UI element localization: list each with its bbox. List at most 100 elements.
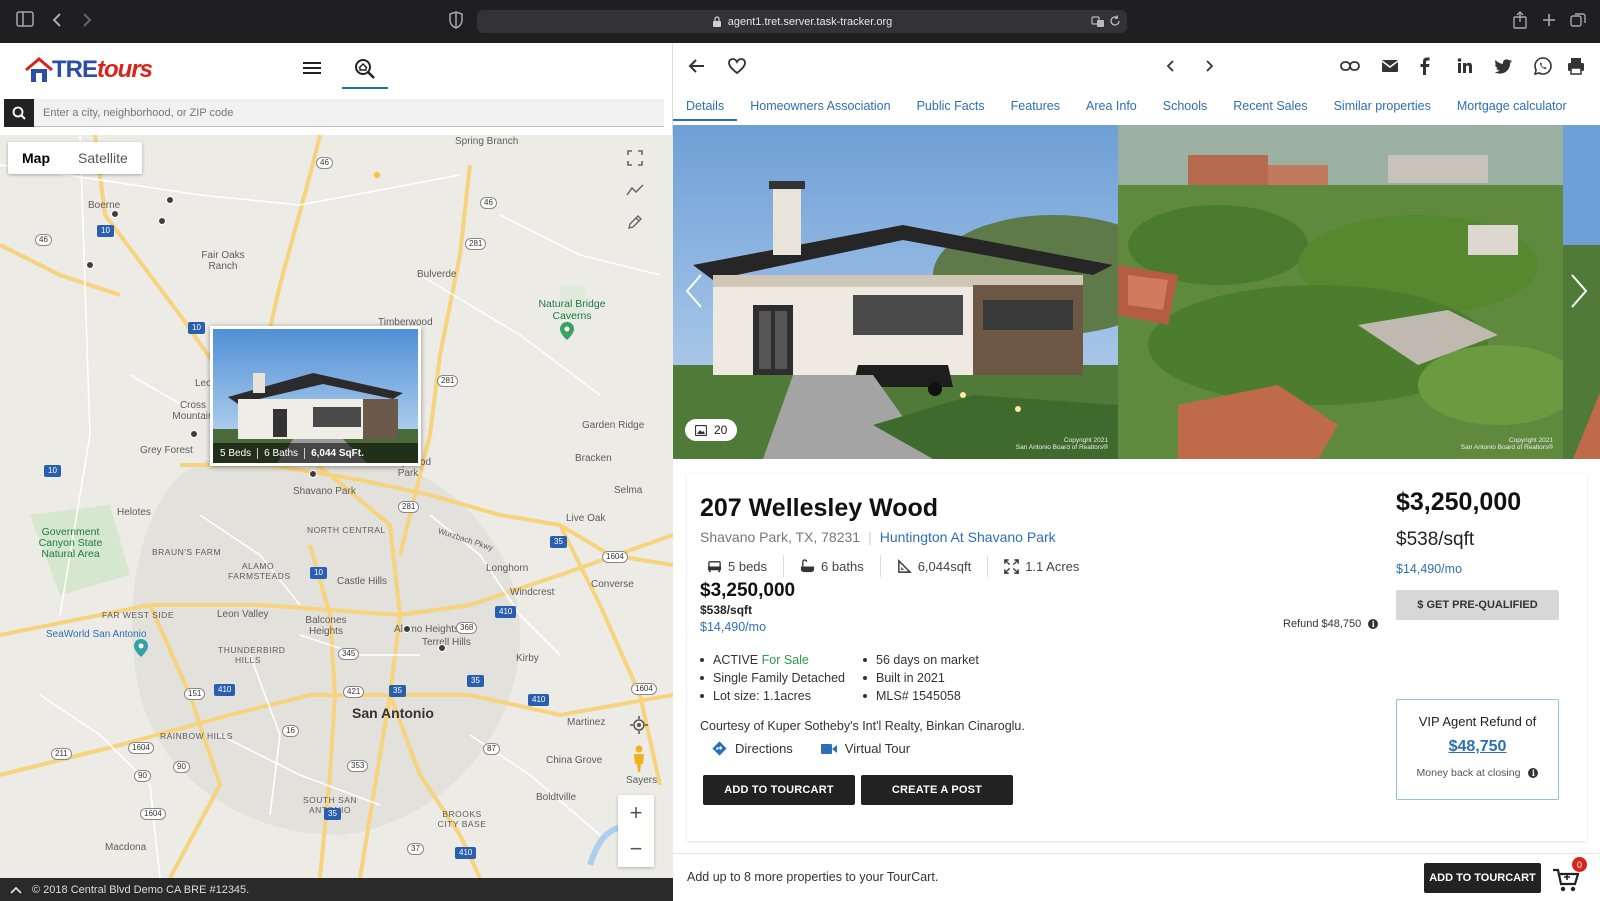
favorite-heart-icon[interactable] bbox=[727, 56, 747, 76]
search-button[interactable] bbox=[4, 99, 34, 127]
photo-gallery[interactable]: 20 Copyright 2021 San Antonio Board of Re… bbox=[673, 125, 1600, 459]
map-type-map[interactable]: Map bbox=[8, 142, 64, 174]
property-marker[interactable] bbox=[373, 171, 381, 179]
map-type-satellite[interactable]: Satellite bbox=[64, 142, 142, 174]
reload-icon[interactable] bbox=[1109, 15, 1121, 27]
listing-facts: 5 beds 6 baths 6,044sqft 1.1 Acres bbox=[707, 555, 1111, 577]
copy-link-icon[interactable] bbox=[1340, 56, 1360, 76]
directions-icon bbox=[712, 741, 727, 756]
back-icon[interactable] bbox=[50, 11, 70, 31]
gallery-next-arrow-icon[interactable] bbox=[1566, 271, 1596, 311]
highway-shield: 410 bbox=[495, 606, 517, 618]
chevron-up-icon[interactable] bbox=[0, 886, 32, 894]
map-label: BRAUN'S FARM bbox=[152, 547, 222, 557]
area-ruler-icon bbox=[897, 558, 912, 573]
property-map-popup[interactable]: 5 Beds 6 Baths 6,044 SqFt. bbox=[210, 326, 421, 466]
tourcart-add-button[interactable]: ADD TO TOURCART bbox=[1424, 863, 1541, 893]
property-marker[interactable] bbox=[86, 261, 94, 269]
property-marker[interactable] bbox=[190, 430, 198, 438]
vip-note: Money back at closing i bbox=[1397, 767, 1558, 779]
get-pre-qualified-button[interactable]: $ GET PRE-QUALIFIED bbox=[1396, 590, 1559, 620]
highway-shield: 368 bbox=[456, 622, 478, 634]
gallery-prev-arrow-icon[interactable] bbox=[681, 271, 711, 311]
tab-schools[interactable]: Schools bbox=[1150, 95, 1220, 121]
back-arrow-icon[interactable] bbox=[687, 56, 707, 76]
my-location-icon[interactable] bbox=[624, 710, 654, 740]
hamburger-menu-icon[interactable] bbox=[300, 57, 324, 79]
whatsapp-icon[interactable] bbox=[1533, 56, 1553, 76]
headline-monthly-payment[interactable]: $14,490/mo bbox=[1396, 562, 1462, 576]
directions-link[interactable]: Directions bbox=[712, 741, 793, 756]
highway-shield: 353 bbox=[347, 760, 369, 772]
map-base-layer bbox=[0, 135, 673, 878]
park-pin-icon[interactable] bbox=[560, 322, 574, 340]
tab-homeowners-association[interactable]: Homeowners Association bbox=[737, 95, 903, 121]
property-marker[interactable] bbox=[438, 644, 446, 652]
tab-details[interactable]: Details bbox=[673, 95, 738, 121]
new-tab-icon[interactable] bbox=[1541, 11, 1561, 31]
street-view-pegman-icon[interactable] bbox=[624, 742, 654, 776]
forward-icon[interactable] bbox=[80, 11, 100, 31]
create-post-button[interactable]: CREATE A POST bbox=[861, 775, 1013, 805]
draw-line-icon[interactable] bbox=[620, 175, 650, 205]
tabs-overview-icon[interactable] bbox=[1570, 11, 1590, 31]
property-marker[interactable] bbox=[158, 217, 166, 225]
url-bar[interactable]: agent1.tret.server.task-tracker.org bbox=[477, 10, 1127, 33]
headline-price: $3,250,000 bbox=[1396, 488, 1522, 516]
pencil-icon[interactable] bbox=[620, 207, 650, 237]
vip-refund-amount[interactable]: $48,750 bbox=[1397, 738, 1558, 756]
previous-listing-icon[interactable] bbox=[1160, 56, 1180, 76]
map-label: San Antonio bbox=[352, 705, 434, 721]
map-label: Live Oak bbox=[566, 513, 606, 524]
video-camera-icon bbox=[820, 743, 837, 754]
info-icon[interactable]: i bbox=[1368, 619, 1379, 629]
map-label: Selma bbox=[614, 485, 643, 496]
email-icon[interactable] bbox=[1380, 56, 1400, 76]
listing-monthly-payment[interactable]: $14,490/mo bbox=[700, 620, 766, 634]
highway-shield: 410 bbox=[214, 684, 236, 696]
add-to-tourcart-button[interactable]: ADD TO TOURCART bbox=[703, 775, 855, 805]
zoom-in-button[interactable]: + bbox=[618, 795, 654, 831]
tab-recent-sales[interactable]: Recent Sales bbox=[1220, 95, 1320, 121]
facebook-icon[interactable] bbox=[1415, 56, 1435, 76]
highway-shield: 281 bbox=[437, 375, 459, 387]
twitter-icon[interactable] bbox=[1494, 56, 1514, 76]
vip-title: VIP Agent Refund of bbox=[1418, 714, 1537, 729]
tab-similar-properties[interactable]: Similar properties bbox=[1321, 95, 1444, 121]
map-label: Terrell Hills bbox=[422, 637, 471, 648]
property-marker[interactable] bbox=[166, 196, 174, 204]
highway-shield: 35 bbox=[324, 808, 341, 820]
status-badge: For Sale bbox=[761, 653, 809, 667]
site-logo[interactable]: TREtours bbox=[24, 55, 153, 85]
mls-number: MLS# 1545058 bbox=[863, 687, 979, 705]
map-canvas[interactable]: Spring Branch Boerne Fair Oaks Ranch Bul… bbox=[0, 135, 673, 878]
print-icon[interactable] bbox=[1566, 56, 1586, 76]
linkedin-icon[interactable] bbox=[1455, 56, 1475, 76]
shield-icon[interactable] bbox=[448, 11, 468, 31]
tab-public-facts[interactable]: Public Facts bbox=[904, 95, 998, 121]
tab-mortgage-calculator[interactable]: Mortgage calculator bbox=[1444, 95, 1580, 121]
bed-icon bbox=[707, 560, 722, 572]
fullscreen-icon[interactable] bbox=[620, 143, 650, 173]
zoom-out-button[interactable]: − bbox=[618, 831, 654, 867]
map-label: Bulverde bbox=[417, 269, 457, 280]
gallery-photo-house[interactable] bbox=[673, 125, 1118, 459]
location-search-input[interactable] bbox=[34, 99, 664, 127]
tab-features[interactable]: Features bbox=[998, 95, 1073, 121]
tab-area-info[interactable]: Area Info bbox=[1073, 95, 1150, 121]
subdivision-link[interactable]: Huntington At Shavano Park bbox=[880, 529, 1056, 545]
photo-count-badge[interactable]: 20 bbox=[685, 419, 738, 441]
virtual-tour-link[interactable]: Virtual Tour bbox=[820, 741, 910, 756]
search-icon bbox=[12, 106, 26, 120]
next-listing-icon[interactable] bbox=[1200, 56, 1220, 76]
property-marker[interactable] bbox=[309, 470, 317, 478]
info-icon[interactable]: i bbox=[1528, 768, 1539, 778]
property-marker[interactable] bbox=[403, 625, 411, 633]
share-icon[interactable] bbox=[1512, 11, 1532, 31]
gallery-photo-aerial[interactable] bbox=[1118, 125, 1563, 459]
translate-icon[interactable] bbox=[1091, 15, 1105, 29]
map-search-tab[interactable] bbox=[342, 51, 388, 89]
attraction-pin-icon[interactable] bbox=[134, 639, 148, 657]
property-marker[interactable] bbox=[111, 210, 119, 218]
sidebar-icon[interactable] bbox=[16, 11, 36, 31]
